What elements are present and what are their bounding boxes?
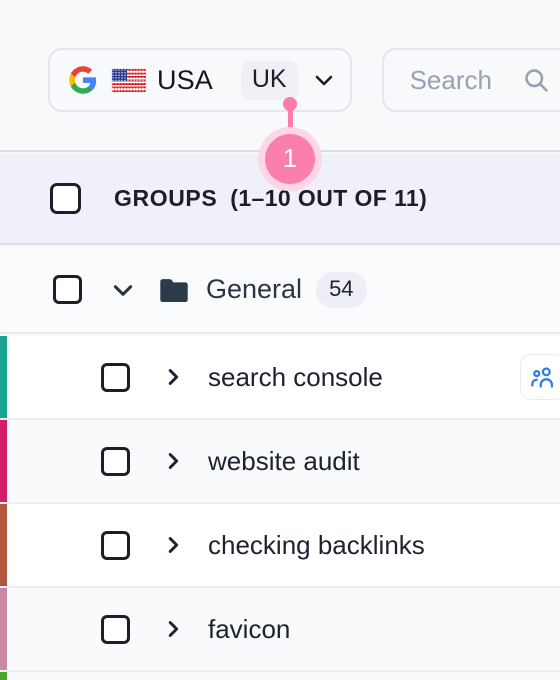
chevron-right-icon[interactable]	[162, 534, 184, 556]
keyword-row[interactable]: favicon	[0, 588, 560, 672]
google-logo-icon	[69, 66, 97, 94]
keyword-color-bar	[0, 420, 7, 502]
keyword-checkbox[interactable]	[101, 614, 130, 644]
keyword-label: favicon	[208, 613, 291, 644]
group-row-general[interactable]: General 54	[0, 247, 560, 334]
annotation-step-number: 1	[265, 134, 315, 184]
keyword-color-bar	[0, 336, 7, 418]
chevron-right-icon[interactable]	[162, 618, 184, 640]
group-keyword-count: 54	[316, 271, 367, 308]
annotation-pin-dot	[283, 97, 297, 111]
keyword-color-bar	[0, 504, 7, 586]
alt-country-chip[interactable]: UK	[240, 60, 298, 100]
selected-country-label: USA	[157, 64, 213, 95]
keyword-checkbox[interactable]	[101, 446, 130, 476]
keyword-label: search console	[208, 361, 383, 392]
chevron-down-icon[interactable]	[110, 277, 136, 303]
group-name: General	[206, 274, 303, 304]
folder-icon	[160, 278, 188, 302]
search-engine-selector[interactable]: USA UK	[48, 48, 352, 112]
annotation-step-badge: 1	[258, 127, 322, 191]
toolbar-controls: USA UK	[48, 48, 560, 112]
search-icon[interactable]	[522, 66, 550, 94]
search-input[interactable]	[409, 64, 522, 96]
keyword-row[interactable]: search console	[0, 336, 560, 420]
keyword-checkbox[interactable]	[101, 530, 130, 560]
keyword-checkbox[interactable]	[101, 362, 130, 392]
groups-title: GROUPS	[114, 185, 218, 211]
keyword-color-bar	[0, 588, 7, 670]
keyword-row[interactable]: checking backlinks	[0, 504, 560, 588]
keyword-label: website audit	[208, 445, 360, 476]
chevron-right-icon[interactable]	[162, 450, 184, 472]
keyword-row[interactable]: website audit	[0, 420, 560, 504]
keyword-label: checking backlinks	[208, 529, 425, 560]
keyword-color-bar	[0, 672, 7, 680]
people-group-icon	[530, 366, 553, 388]
keyword-manager-panel: USA UK 1 GROUPS (1–10 OUT	[0, 0, 560, 680]
usa-flag-icon	[112, 68, 146, 92]
group-checkbox[interactable]	[53, 275, 82, 304]
groups-pagination-count: (1–10 OUT OF 11)	[230, 185, 428, 211]
chevron-right-icon[interactable]	[162, 366, 184, 388]
keyword-tag-button[interactable]	[520, 354, 560, 400]
select-all-groups-checkbox[interactable]	[50, 183, 81, 214]
search-field-wrapper[interactable]	[381, 48, 560, 112]
chevron-down-icon[interactable]	[312, 68, 336, 92]
